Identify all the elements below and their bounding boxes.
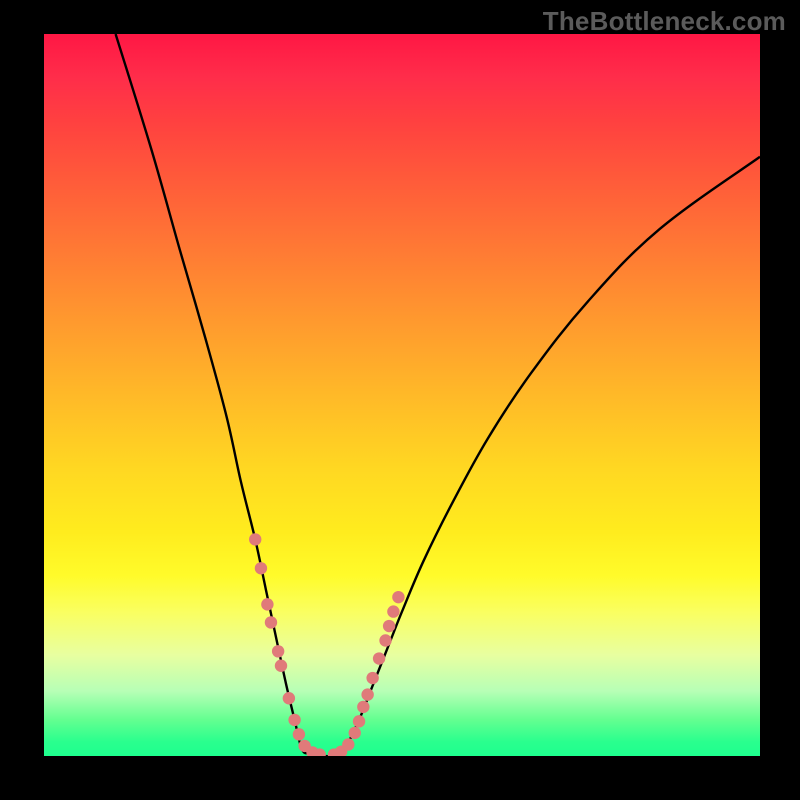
chart-svg [44,34,760,756]
data-marker [349,727,361,739]
data-marker [392,591,404,603]
data-marker [249,533,261,545]
data-marker [387,605,399,617]
plot-area [44,34,760,756]
data-marker [379,634,391,646]
data-marker [283,692,295,704]
data-marker [353,715,365,727]
data-marker [293,728,305,740]
data-marker [361,688,373,700]
data-marker [342,738,354,750]
marker-layer [249,533,405,756]
data-marker [357,701,369,713]
data-marker [265,616,277,628]
data-marker [366,672,378,684]
data-marker [288,714,300,726]
data-marker [275,660,287,672]
data-marker [272,645,284,657]
curve-layer [116,34,760,756]
chart-frame: TheBottleneck.com [0,0,800,800]
data-marker [255,562,267,574]
watermark-text: TheBottleneck.com [543,6,786,37]
bottleneck-curve [116,34,760,756]
data-marker [261,598,273,610]
data-marker [383,620,395,632]
data-marker [373,652,385,664]
